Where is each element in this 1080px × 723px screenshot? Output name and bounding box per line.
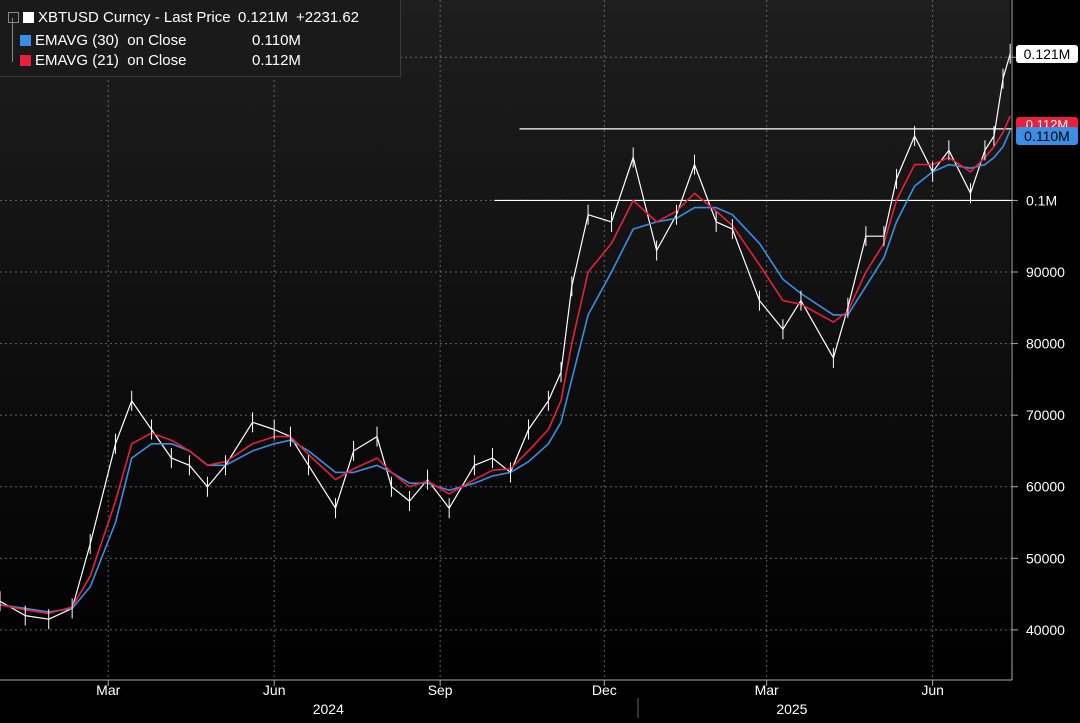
x-tick-label: Jun [921, 682, 944, 698]
chart-svg: 4000050000600007000080000900000.1M0.12M … [0, 0, 1078, 718]
chart: 4000050000600007000080000900000.1M0.12M … [0, 0, 1080, 718]
y-tick-label: 0.1M [1026, 192, 1057, 208]
plot-background [0, 0, 1010, 680]
last-price-badge-text: 0.121M [1024, 46, 1071, 62]
x-year-label: 2024 [313, 701, 344, 717]
x-tick-label: Dec [592, 682, 617, 698]
ema30-badge-text: 0.110M [1024, 128, 1070, 144]
legend-ema30-value: 0.110M [252, 31, 301, 49]
legend-price-name: XBTUSD Curncy - Last Price [38, 8, 231, 26]
y-tick-label: 50000 [1026, 550, 1065, 566]
x-tick-label: Mar [755, 682, 779, 698]
ema30-swatch [20, 34, 31, 46]
x-tick-label: Mar [96, 682, 120, 698]
legend: XBTUSD Curncy - Last Price 0.121M +2231.… [0, 0, 401, 77]
x-tick-label: Jun [263, 682, 286, 698]
x-axis: Mar Jun Sep Dec Mar Jun 2024 2025 [96, 680, 944, 717]
legend-item-ema21[interactable]: EMAVG (21) on Close 0.112M [20, 50, 301, 70]
legend-ema21-value: 0.112M [252, 51, 301, 69]
price-swatch [23, 11, 34, 23]
y-tick-label: 70000 [1026, 407, 1065, 423]
x-tick-label: Sep [428, 682, 453, 698]
collapse-toggle-icon[interactable] [8, 11, 19, 23]
y-tick-label: 40000 [1026, 622, 1065, 638]
ema30-badge: 0.110M [1016, 127, 1078, 145]
legend-item-ema30[interactable]: EMAVG (30) on Close 0.110M [20, 30, 301, 50]
value-badges: 0.121M 0.112M 0.110M [1016, 45, 1078, 145]
last-price-badge: 0.121M [1016, 45, 1078, 63]
legend-item-price[interactable]: XBTUSD Curncy - Last Price 0.121M +2231.… [8, 7, 359, 27]
legend-ema30-name: EMAVG (30) on Close [35, 31, 187, 49]
ema21-swatch [20, 54, 31, 66]
legend-price-value: 0.121M [238, 8, 289, 26]
legend-price-change: +2231.62 [296, 8, 360, 26]
x-year-label: 2025 [776, 701, 807, 717]
y-tick-label: 90000 [1026, 264, 1065, 280]
y-tick-label: 60000 [1026, 479, 1065, 495]
legend-ema21-name: EMAVG (21) on Close [35, 51, 187, 69]
y-tick-label: 80000 [1026, 336, 1065, 352]
